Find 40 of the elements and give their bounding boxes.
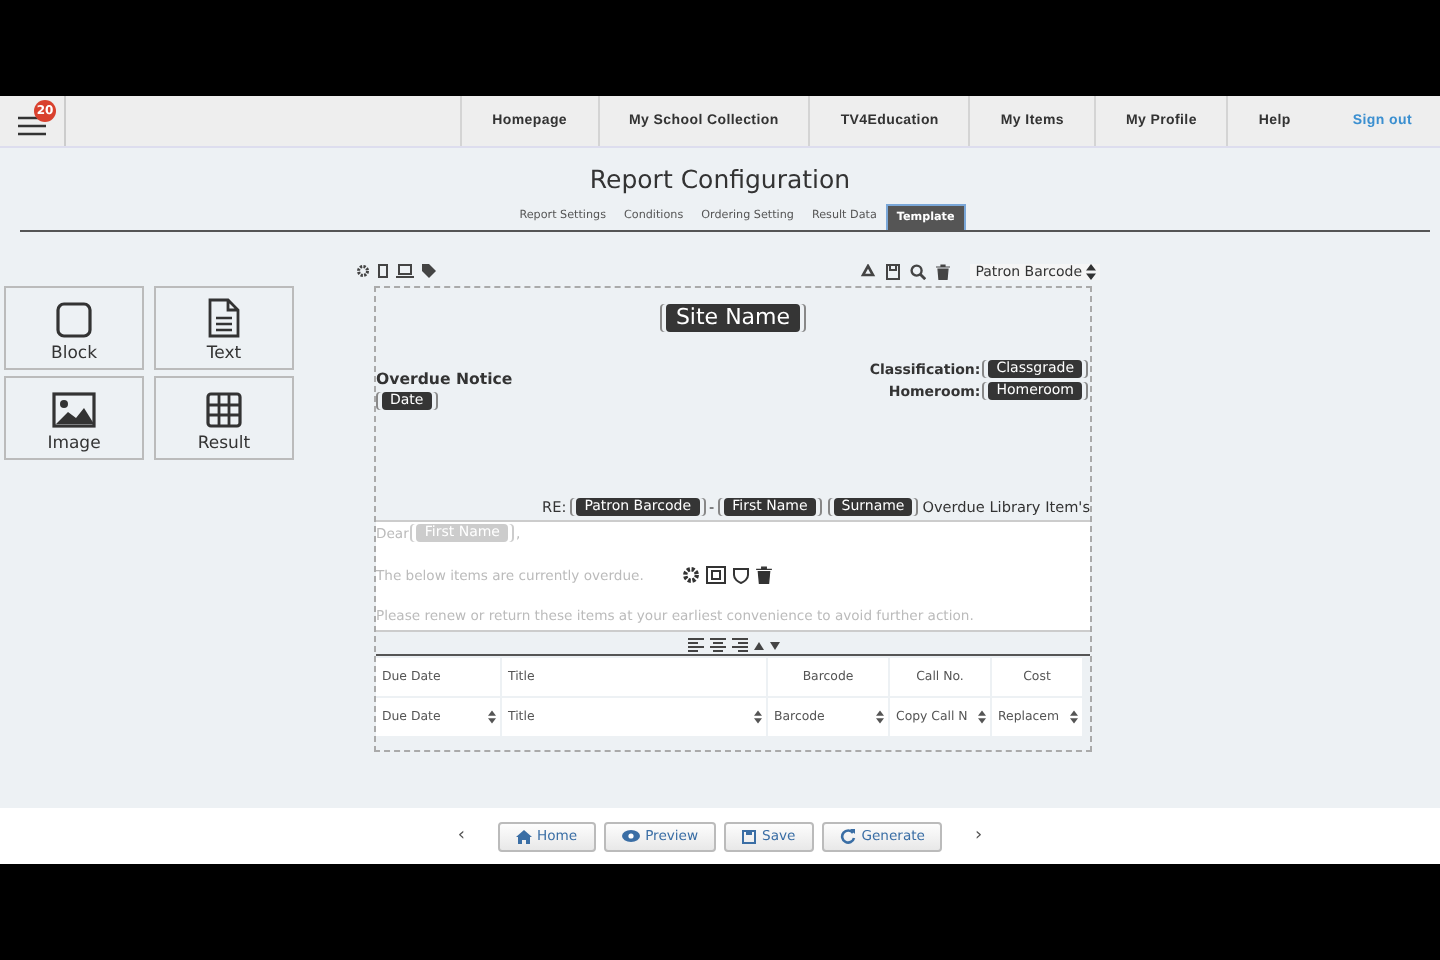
sort-caret-icon	[488, 710, 496, 724]
resize-icon[interactable]	[705, 566, 726, 584]
widget-tile[interactable]: Block	[4, 286, 144, 370]
next-arrow[interactable]: ›	[974, 826, 983, 846]
sort-caret-icon	[876, 710, 884, 724]
placeholder-tag[interactable]: Site Name	[665, 304, 801, 332]
phone-icon[interactable]	[378, 264, 388, 278]
document-icon	[208, 298, 240, 338]
widget-tile[interactable]: Result	[154, 376, 294, 460]
save-icon[interactable]	[885, 263, 900, 279]
align-right-icon[interactable]	[731, 638, 747, 652]
laptop-icon[interactable]	[396, 264, 414, 278]
menu-icon[interactable]	[18, 115, 46, 135]
tag-icon[interactable]	[422, 264, 436, 278]
shield-icon[interactable]	[731, 566, 750, 584]
sort-caret-icon	[1070, 710, 1078, 724]
up-caret-icon[interactable]	[753, 641, 763, 649]
search-icon[interactable]	[909, 263, 926, 279]
sort-caret-icon	[754, 710, 762, 724]
down-caret-icon[interactable]	[769, 641, 779, 649]
align-center-icon[interactable]	[709, 638, 725, 652]
sort-caret-icon	[1086, 263, 1096, 279]
trash-icon[interactable]	[755, 566, 772, 584]
eye-icon	[621, 830, 640, 842]
image-icon	[52, 392, 96, 428]
grid-icon	[206, 392, 242, 428]
widget-label: Block	[51, 344, 97, 364]
house-icon	[515, 829, 531, 843]
align-left-icon[interactable]	[687, 638, 703, 652]
previous-arrow[interactable]: ‹	[457, 826, 465, 846]
square-icon	[56, 302, 92, 338]
widget-label: Text	[206, 344, 242, 364]
widget-tile[interactable]: Image	[4, 376, 144, 460]
widget-tile[interactable]: Text	[154, 286, 294, 370]
refresh-icon	[839, 828, 856, 844]
trash-icon[interactable]	[935, 263, 950, 279]
page-title: Report Configuration	[587, 164, 853, 194]
sort-caret-icon	[978, 710, 986, 724]
widget-label: Result	[197, 434, 251, 454]
widget-label: Image	[47, 434, 101, 454]
